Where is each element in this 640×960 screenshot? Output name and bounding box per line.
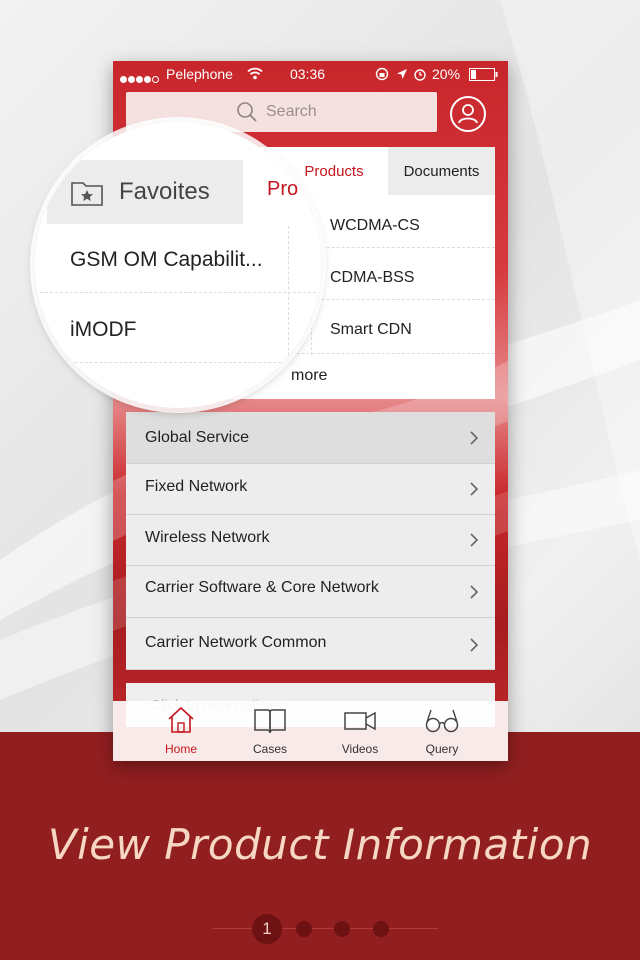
chevron-right-icon (470, 533, 479, 547)
user-icon (458, 104, 478, 124)
chevron-right-icon (470, 482, 479, 496)
tab-label: Query (425, 742, 459, 756)
tab-favorites-label: Favoites (119, 178, 210, 205)
pager-dot[interactable] (296, 921, 312, 937)
list-item-fixed-network[interactable]: Fixed Network (126, 464, 495, 515)
list-item-label: Carrier Network Common (145, 634, 327, 651)
battery-icon (469, 68, 498, 81)
location-arrow-icon (397, 69, 407, 79)
list-item-global-service[interactable]: Global Service (126, 412, 495, 464)
signal-strength-icon (120, 70, 160, 86)
list-item-label: Wireless Network (145, 529, 270, 546)
chevron-right-icon (470, 638, 479, 652)
tab-cases[interactable]: Cases (235, 705, 305, 756)
favorite-item[interactable]: iMODF (70, 318, 137, 342)
pager-dot[interactable] (334, 921, 350, 937)
glasses-icon (425, 709, 459, 733)
tab-favorites[interactable]: Favoites (47, 160, 243, 224)
category-list: Global Service Fixed Network Wireless Ne… (126, 412, 495, 670)
tab-home[interactable]: Home (146, 705, 216, 756)
search-icon (237, 102, 257, 122)
wifi-icon (247, 67, 263, 80)
battery-percentage: 20% (432, 66, 461, 82)
grid-divider (288, 226, 289, 406)
status-bar: Pelephone 03:36 20% (113, 61, 508, 87)
tab-videos[interactable]: Videos (325, 705, 395, 756)
tab-query[interactable]: Query (407, 705, 477, 756)
carrier-name: Pelephone (166, 66, 233, 82)
bottom-tab-bar: Home Cases Videos Query (113, 701, 508, 761)
list-item-wireless-network[interactable]: Wireless Network (126, 515, 495, 566)
tab-products-zoomed: Pro (267, 178, 299, 200)
list-item-label: Carrier Software & Core Network (145, 579, 379, 596)
video-camera-icon (344, 711, 376, 731)
home-icon (168, 706, 194, 733)
list-item-label: Global Service (145, 429, 250, 446)
product-item[interactable]: CDMA-BSS (330, 269, 414, 287)
tab-label: Videos (341, 742, 379, 756)
page-indicator: 1 (0, 912, 640, 946)
pager-dot[interactable] (373, 921, 389, 937)
tab-label: Cases (252, 742, 287, 756)
tab-documents[interactable]: Documents (388, 147, 495, 195)
favorite-folder-icon (71, 182, 103, 206)
search-placeholder: Search (266, 103, 317, 120)
list-item-carrier-network-common[interactable]: Carrier Network Common (126, 618, 495, 670)
list-item-label: Fixed Network (145, 478, 248, 495)
list-item-carrier-software[interactable]: Carrier Software & Core Network (126, 566, 495, 618)
product-item[interactable]: Smart CDN (330, 321, 412, 339)
page-caption: View Product Information (47, 820, 593, 869)
book-icon (254, 709, 286, 734)
magnifier-lens: Favoites Pro GSM OM Capabilit... iMODF (35, 122, 321, 408)
alarm-clock-icon (414, 69, 426, 81)
pager-line (212, 928, 438, 929)
grid-divider (35, 362, 321, 363)
pager-current[interactable]: 1 (252, 914, 282, 944)
tab-label: Home (164, 742, 197, 756)
more-link[interactable]: more (291, 367, 327, 385)
clock-time: 03:36 (290, 66, 326, 82)
grid-divider (35, 292, 321, 293)
favorite-item[interactable]: GSM OM Capabilit... (70, 248, 263, 272)
rotation-lock-icon (375, 67, 389, 81)
chevron-right-icon (470, 585, 479, 599)
product-item[interactable]: WCDMA-CS (330, 217, 420, 235)
user-profile-button[interactable] (450, 96, 486, 132)
chevron-right-icon (470, 431, 479, 445)
